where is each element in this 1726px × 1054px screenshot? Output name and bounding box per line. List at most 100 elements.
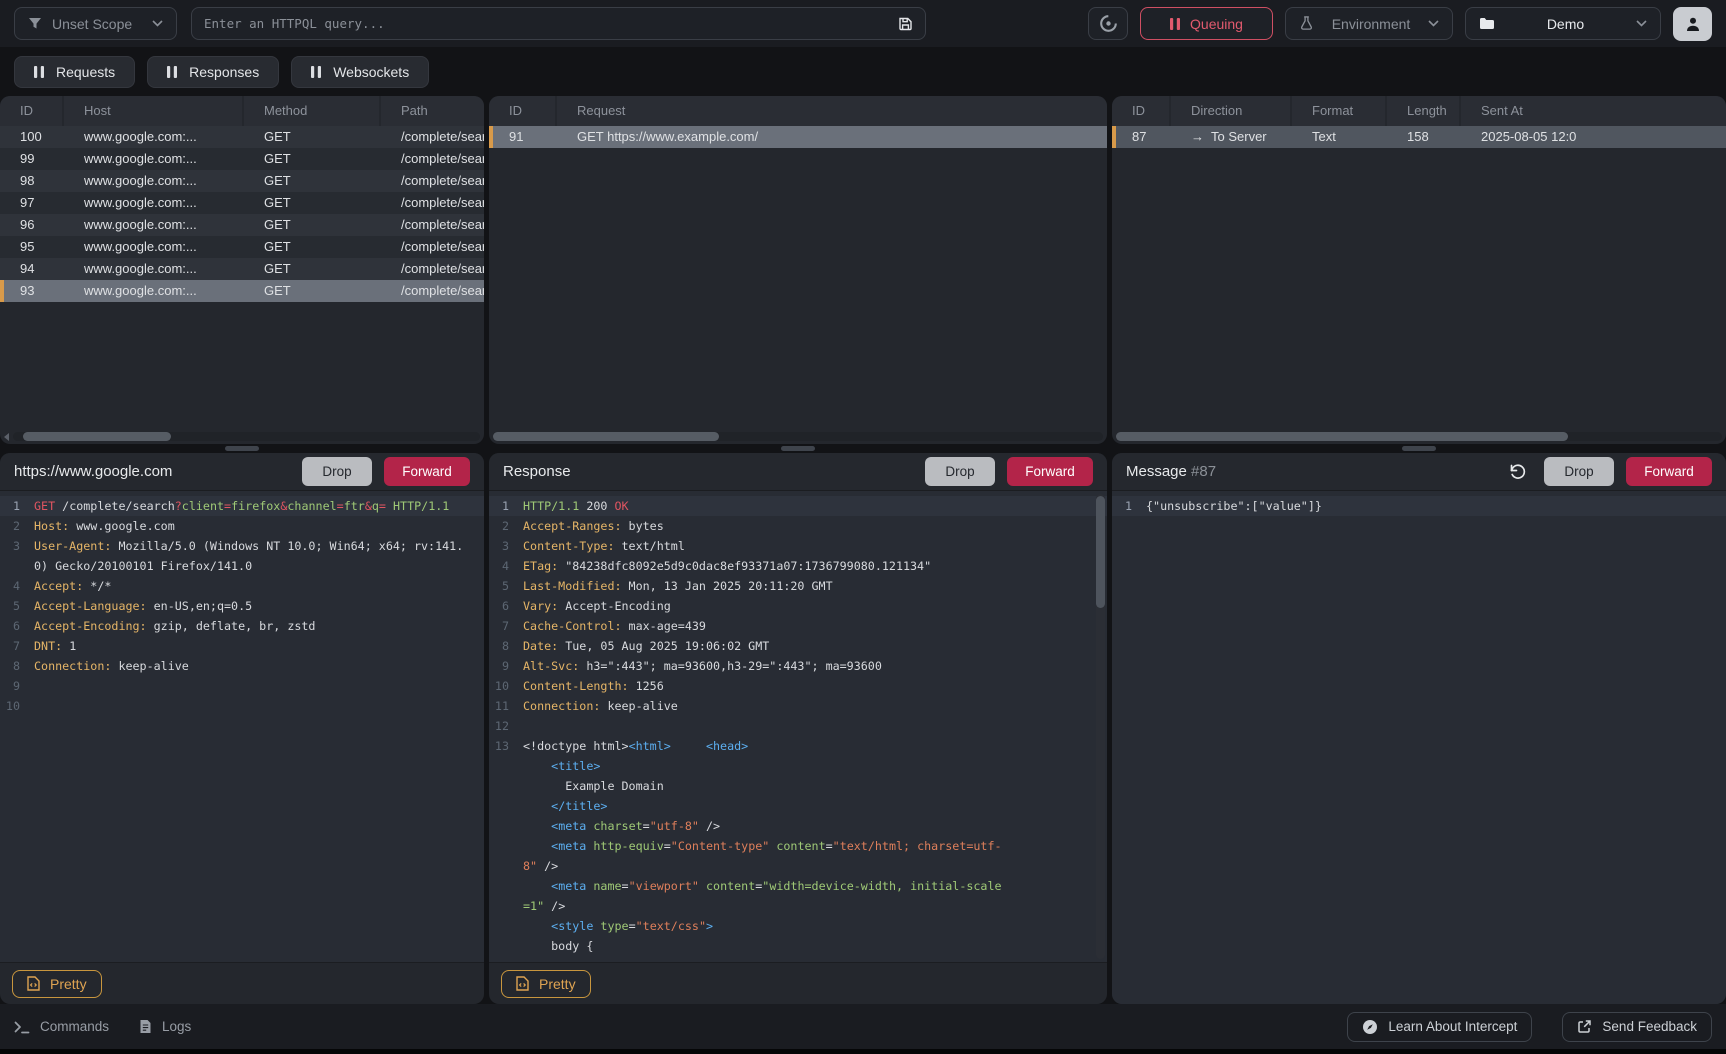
column-header[interactable]: Host — [64, 96, 244, 126]
table-cell: /complete/search — [381, 192, 484, 214]
code-line: 1GET /complete/search?client=firefox&cha… — [0, 496, 484, 516]
table-cell: www.google.com:... — [64, 192, 244, 214]
table-cell: Text — [1292, 126, 1387, 148]
table-row[interactable]: 97www.google.com:...GET/complete/search — [0, 192, 484, 214]
response-queue-table-pane: IDRequest91GET https://www.example.com/ — [489, 96, 1107, 444]
drop-button[interactable]: Drop — [302, 457, 372, 486]
save-query-button[interactable] — [898, 16, 913, 31]
line-number: 7 — [0, 636, 34, 656]
caido-app: Unset Scope Queuing Environment — [0, 0, 1726, 1054]
pretty-label: Pretty — [50, 976, 87, 992]
table-cell: 94 — [0, 258, 64, 280]
forward-button[interactable]: Forward — [1626, 457, 1712, 486]
pretty-toggle-button[interactable]: Pretty — [501, 970, 591, 998]
table-row[interactable]: 94www.google.com:...GET/complete/search — [0, 258, 484, 280]
line-number — [489, 776, 523, 796]
code-line: 11Connection: keep-alive — [489, 696, 1107, 716]
response-editor-footer: Pretty — [489, 962, 1107, 1004]
table-row[interactable]: 98www.google.com:...GET/complete/search — [0, 170, 484, 192]
scrollbar-thumb[interactable] — [23, 432, 171, 441]
pretty-toggle-button[interactable]: Pretty — [12, 970, 102, 998]
project-selector[interactable]: Demo — [1465, 7, 1661, 40]
logs-icon — [139, 1019, 152, 1034]
line-number: 3 — [0, 536, 34, 556]
table-row[interactable]: 96www.google.com:...GET/complete/search — [0, 214, 484, 236]
forward-button[interactable]: Forward — [384, 457, 470, 486]
table-row[interactable]: 99www.google.com:...GET/complete/search — [0, 148, 484, 170]
pane-splitter[interactable] — [489, 444, 1107, 453]
column-header[interactable]: Sent At — [1461, 96, 1726, 126]
scope-selector[interactable]: Unset Scope — [14, 7, 177, 40]
scroll-left-arrow-icon[interactable] — [4, 433, 9, 441]
drop-button[interactable]: Drop — [925, 457, 995, 486]
code-line: 9 — [0, 676, 484, 696]
line-number — [0, 556, 34, 576]
table-cell: www.google.com:... — [64, 236, 244, 258]
code-line: 3Content-Type: text/html — [489, 536, 1107, 556]
column-header[interactable]: ID — [489, 96, 557, 126]
table-cell: www.google.com:... — [64, 148, 244, 170]
line-number: 2 — [0, 516, 34, 536]
column-header[interactable]: Path — [381, 96, 484, 126]
table-row[interactable]: 91GET https://www.example.com/ — [489, 126, 1107, 148]
send-feedback-button[interactable]: Send Feedback — [1562, 1012, 1712, 1042]
undo-icon — [1509, 463, 1526, 480]
response-vertical-scrollbar[interactable] — [1096, 494, 1105, 959]
httpql-query-input[interactable] — [204, 16, 890, 31]
user-avatar-button[interactable] — [1673, 7, 1712, 41]
column-header[interactable]: Direction — [1171, 96, 1292, 126]
request-editor-code[interactable]: 1GET /complete/search?client=firefox&cha… — [0, 491, 484, 962]
httpql-query-bar — [191, 7, 926, 40]
caido-logo-button[interactable] — [1088, 7, 1128, 40]
commands-button[interactable]: Commands — [14, 1019, 109, 1034]
tab-requests[interactable]: Requests — [14, 56, 135, 88]
learn-about-intercept-button[interactable]: Learn About Intercept — [1347, 1012, 1532, 1042]
tab-websockets[interactable]: Websockets — [291, 56, 429, 88]
column-header[interactable]: ID — [0, 96, 64, 126]
commands-label: Commands — [40, 1019, 109, 1034]
forward-button[interactable]: Forward — [1007, 457, 1093, 486]
line-number: 9 — [0, 676, 34, 696]
pane-splitter[interactable] — [0, 444, 484, 453]
column-header[interactable]: Method — [244, 96, 381, 126]
queuing-button[interactable]: Queuing — [1140, 7, 1273, 40]
line-number: 1 — [489, 496, 523, 516]
drop-button[interactable]: Drop — [1544, 457, 1614, 486]
code-line: 6Accept-Encoding: gzip, deflate, br, zst… — [0, 616, 484, 636]
line-number: 13 — [489, 736, 523, 756]
column-header[interactable]: Request — [557, 96, 1107, 126]
code-line: 4ETag: "84238dfc8092e5d9c0dac8ef93371a07… — [489, 556, 1107, 576]
undo-button[interactable] — [1509, 463, 1526, 480]
scrollbar-thumb[interactable] — [1096, 496, 1105, 608]
requests-table: IDHostMethodPath100www.google.com:...GET… — [0, 96, 484, 302]
table-row[interactable]: 100www.google.com:...GET/complete/search — [0, 126, 484, 148]
tab-responses[interactable]: Responses — [147, 56, 279, 88]
table-row[interactable]: 87→To ServerText1582025-08-05 12:0 — [1112, 126, 1726, 148]
table-row[interactable]: 95www.google.com:...GET/complete/search — [0, 236, 484, 258]
scrollbar-thumb[interactable] — [1116, 432, 1568, 441]
message-editor-code[interactable]: 1{"unsubscribe":["value"]} — [1112, 491, 1726, 1004]
messages-horizontal-scrollbar[interactable] — [1116, 432, 1722, 441]
pane-splitter[interactable] — [1112, 444, 1726, 453]
terminal-icon — [14, 1020, 30, 1034]
response-title: Response — [503, 463, 571, 480]
queue-horizontal-scrollbar[interactable] — [493, 432, 1103, 441]
code-line: 0) Gecko/20100101 Firefox/141.0 — [0, 556, 484, 576]
table-row[interactable]: 93www.google.com:...GET/complete/search — [0, 280, 484, 302]
scrollbar-thumb[interactable] — [493, 432, 719, 441]
table-cell: GET https://www.example.com/ — [557, 126, 1107, 148]
logs-button[interactable]: Logs — [139, 1019, 191, 1034]
environment-selector[interactable]: Environment — [1285, 7, 1453, 40]
message-editor-pane: Message #87 Drop Forward 1{"unsubscribe"… — [1112, 453, 1726, 1004]
code-line: 2Accept-Ranges: bytes — [489, 516, 1107, 536]
column-header[interactable]: Length — [1387, 96, 1461, 126]
table-cell: GET — [244, 170, 381, 192]
response-editor-code[interactable]: 1HTTP/1.1 200 OK2Accept-Ranges: bytes3Co… — [489, 491, 1107, 962]
requests-horizontal-scrollbar[interactable] — [4, 432, 480, 441]
table-cell: /complete/search — [381, 280, 484, 302]
table-cell: GET — [244, 214, 381, 236]
code-line: 4Accept: */* — [0, 576, 484, 596]
column-header[interactable]: Format — [1292, 96, 1387, 126]
column-header[interactable]: ID — [1112, 96, 1171, 126]
code-line: <title> — [489, 756, 1107, 776]
